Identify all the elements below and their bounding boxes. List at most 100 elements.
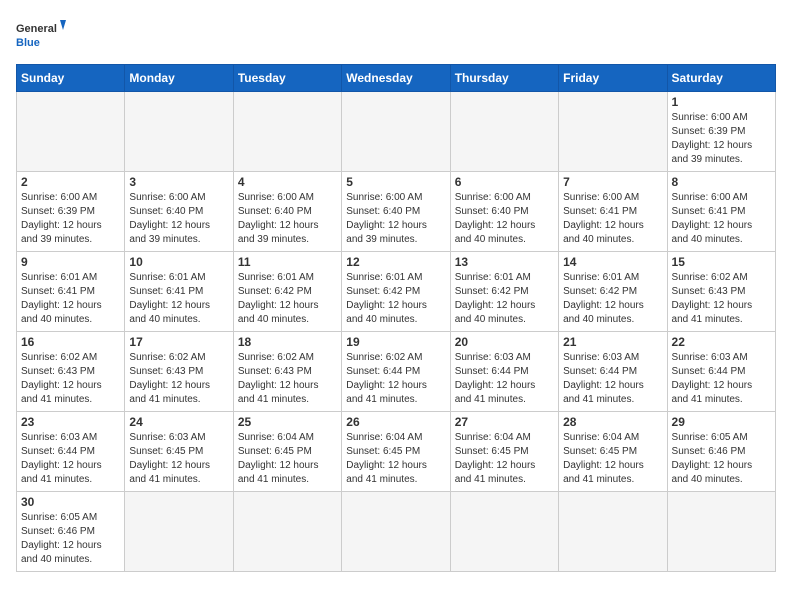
day-number: 24 bbox=[129, 415, 228, 429]
day-number: 23 bbox=[21, 415, 120, 429]
weekday-header-wednesday: Wednesday bbox=[342, 65, 450, 92]
calendar-cell: 21Sunrise: 6:03 AMSunset: 6:44 PMDayligh… bbox=[559, 332, 667, 412]
calendar-cell: 4 Sunrise: 6:00 AMSunset: 6:40 PMDaylight… bbox=[233, 172, 341, 252]
day-number: 14 bbox=[563, 255, 662, 269]
day-number: 13 bbox=[455, 255, 554, 269]
calendar-cell: 24 Sunrise: 6:03 AMSunset: 6:45 PMDayligh… bbox=[125, 412, 233, 492]
day-info: Sunrise: 6:04 AMSunset: 6:45 PMDaylight:… bbox=[455, 431, 554, 487]
day-info: Sunrise: 6:02 AMSunset: 6:43 PMDaylight:… bbox=[238, 351, 337, 407]
weekday-header-sunday: Sunday bbox=[17, 65, 125, 92]
calendar-cell bbox=[450, 92, 558, 172]
calendar-cell: 6 Sunrise: 6:00 AMSunset: 6:40 PMDaylight… bbox=[450, 172, 558, 252]
day-info: Sunrise: 6:00 AMSunset: 6:40 PMDaylight:… bbox=[129, 191, 228, 247]
day-info: Sunrise: 6:00 AMSunset: 6:40 PMDaylight:… bbox=[238, 191, 337, 247]
day-info: Sunrise: 6:05 AMSunset: 6:46 PMDaylight:… bbox=[672, 431, 771, 487]
calendar-cell bbox=[342, 492, 450, 572]
calendar-cell bbox=[125, 492, 233, 572]
day-info: Sunrise: 6:05 AMSunset: 6:46 PMDaylight:… bbox=[21, 511, 120, 567]
calendar-cell: 20 Sunrise: 6:03 AMSunset: 6:44 PMDayligh… bbox=[450, 332, 558, 412]
calendar-cell bbox=[342, 92, 450, 172]
calendar-cell: 28 Sunrise: 6:04 AMSunset: 6:45 PMDayligh… bbox=[559, 412, 667, 492]
calendar-table: SundayMondayTuesdayWednesdayThursdayFrid… bbox=[16, 64, 776, 572]
calendar-cell: 18 Sunrise: 6:02 AMSunset: 6:43 PMDayligh… bbox=[233, 332, 341, 412]
svg-text:General: General bbox=[16, 23, 57, 35]
calendar-cell: 14 Sunrise: 6:01 AMSunset: 6:42 PMDayligh… bbox=[559, 252, 667, 332]
weekday-header-tuesday: Tuesday bbox=[233, 65, 341, 92]
day-info: Sunrise: 6:00 AMSunset: 6:39 PMDaylight:… bbox=[21, 191, 120, 247]
calendar-cell bbox=[667, 492, 775, 572]
day-info: Sunrise: 6:00 AMSunset: 6:40 PMDaylight:… bbox=[455, 191, 554, 247]
calendar-week-6: 30 Sunrise: 6:05 AMSunset: 6:46 PMDayligh… bbox=[17, 492, 776, 572]
calendar-week-2: 2 Sunrise: 6:00 AMSunset: 6:39 PMDaylight… bbox=[17, 172, 776, 252]
day-number: 30 bbox=[21, 495, 120, 509]
weekday-header-friday: Friday bbox=[559, 65, 667, 92]
day-info: Sunrise: 6:03 AMSunset: 6:45 PMDaylight:… bbox=[129, 431, 228, 487]
day-number: 3 bbox=[129, 175, 228, 189]
calendar-cell bbox=[559, 92, 667, 172]
calendar-cell: 17Sunrise: 6:02 AMSunset: 6:43 PMDayligh… bbox=[125, 332, 233, 412]
day-info: Sunrise: 6:03 AMSunset: 6:44 PMDaylight:… bbox=[455, 351, 554, 407]
calendar-cell: 22 Sunrise: 6:03 AMSunset: 6:44 PMDayligh… bbox=[667, 332, 775, 412]
day-number: 16 bbox=[21, 335, 120, 349]
day-number: 22 bbox=[672, 335, 771, 349]
day-number: 18 bbox=[238, 335, 337, 349]
svg-text:Blue: Blue bbox=[16, 37, 40, 49]
calendar-cell: 1Sunrise: 6:00 AMSunset: 6:39 PMDaylight… bbox=[667, 92, 775, 172]
calendar-week-5: 23 Sunrise: 6:03 AMSunset: 6:44 PMDayligh… bbox=[17, 412, 776, 492]
day-number: 4 bbox=[238, 175, 337, 189]
calendar-cell bbox=[559, 492, 667, 572]
day-info: Sunrise: 6:01 AMSunset: 6:42 PMDaylight:… bbox=[455, 271, 554, 327]
weekday-header-monday: Monday bbox=[125, 65, 233, 92]
calendar-cell: 7 Sunrise: 6:00 AMSunset: 6:41 PMDaylight… bbox=[559, 172, 667, 252]
calendar-cell: 3 Sunrise: 6:00 AMSunset: 6:40 PMDaylight… bbox=[125, 172, 233, 252]
day-number: 20 bbox=[455, 335, 554, 349]
day-number: 7 bbox=[563, 175, 662, 189]
day-info: Sunrise: 6:00 AMSunset: 6:40 PMDaylight:… bbox=[346, 191, 445, 247]
calendar-cell: 10Sunrise: 6:01 AMSunset: 6:41 PMDayligh… bbox=[125, 252, 233, 332]
calendar-cell: 15Sunrise: 6:02 AMSunset: 6:43 PMDayligh… bbox=[667, 252, 775, 332]
day-info: Sunrise: 6:04 AMSunset: 6:45 PMDaylight:… bbox=[563, 431, 662, 487]
day-number: 15 bbox=[672, 255, 771, 269]
day-info: Sunrise: 6:01 AMSunset: 6:42 PMDaylight:… bbox=[238, 271, 337, 327]
day-info: Sunrise: 6:04 AMSunset: 6:45 PMDaylight:… bbox=[238, 431, 337, 487]
calendar-cell: 11Sunrise: 6:01 AMSunset: 6:42 PMDayligh… bbox=[233, 252, 341, 332]
calendar-week-4: 16 Sunrise: 6:02 AMSunset: 6:43 PMDayligh… bbox=[17, 332, 776, 412]
calendar-header: SundayMondayTuesdayWednesdayThursdayFrid… bbox=[17, 65, 776, 92]
day-number: 8 bbox=[672, 175, 771, 189]
calendar-cell: 5Sunrise: 6:00 AMSunset: 6:40 PMDaylight… bbox=[342, 172, 450, 252]
calendar-cell: 19 Sunrise: 6:02 AMSunset: 6:44 PMDayligh… bbox=[342, 332, 450, 412]
calendar-cell: 2 Sunrise: 6:00 AMSunset: 6:39 PMDaylight… bbox=[17, 172, 125, 252]
calendar-cell bbox=[17, 92, 125, 172]
calendar-cell: 9Sunrise: 6:01 AMSunset: 6:41 PMDaylight… bbox=[17, 252, 125, 332]
day-info: Sunrise: 6:02 AMSunset: 6:43 PMDaylight:… bbox=[21, 351, 120, 407]
day-info: Sunrise: 6:01 AMSunset: 6:42 PMDaylight:… bbox=[563, 271, 662, 327]
calendar-cell bbox=[233, 492, 341, 572]
day-number: 19 bbox=[346, 335, 445, 349]
day-number: 28 bbox=[563, 415, 662, 429]
day-info: Sunrise: 6:02 AMSunset: 6:44 PMDaylight:… bbox=[346, 351, 445, 407]
calendar-cell: 27Sunrise: 6:04 AMSunset: 6:45 PMDayligh… bbox=[450, 412, 558, 492]
weekday-header-thursday: Thursday bbox=[450, 65, 558, 92]
day-info: Sunrise: 6:04 AMSunset: 6:45 PMDaylight:… bbox=[346, 431, 445, 487]
calendar-cell bbox=[233, 92, 341, 172]
calendar-cell: 12Sunrise: 6:01 AMSunset: 6:42 PMDayligh… bbox=[342, 252, 450, 332]
day-info: Sunrise: 6:01 AMSunset: 6:41 PMDaylight:… bbox=[129, 271, 228, 327]
day-info: Sunrise: 6:03 AMSunset: 6:44 PMDaylight:… bbox=[21, 431, 120, 487]
calendar-cell bbox=[450, 492, 558, 572]
day-number: 6 bbox=[455, 175, 554, 189]
calendar-cell: 8Sunrise: 6:00 AMSunset: 6:41 PMDaylight… bbox=[667, 172, 775, 252]
calendar-cell: 23 Sunrise: 6:03 AMSunset: 6:44 PMDayligh… bbox=[17, 412, 125, 492]
weekday-row: SundayMondayTuesdayWednesdayThursdayFrid… bbox=[17, 65, 776, 92]
logo-svg: General Blue bbox=[16, 16, 66, 56]
weekday-header-saturday: Saturday bbox=[667, 65, 775, 92]
day-info: Sunrise: 6:01 AMSunset: 6:41 PMDaylight:… bbox=[21, 271, 120, 327]
calendar-cell: 26Sunrise: 6:04 AMSunset: 6:45 PMDayligh… bbox=[342, 412, 450, 492]
calendar-cell: 25Sunrise: 6:04 AMSunset: 6:45 PMDayligh… bbox=[233, 412, 341, 492]
calendar-cell: 13 Sunrise: 6:01 AMSunset: 6:42 PMDayligh… bbox=[450, 252, 558, 332]
day-number: 21 bbox=[563, 335, 662, 349]
day-number: 2 bbox=[21, 175, 120, 189]
calendar-cell: 30 Sunrise: 6:05 AMSunset: 6:46 PMDayligh… bbox=[17, 492, 125, 572]
day-info: Sunrise: 6:02 AMSunset: 6:43 PMDaylight:… bbox=[129, 351, 228, 407]
day-info: Sunrise: 6:03 AMSunset: 6:44 PMDaylight:… bbox=[672, 351, 771, 407]
day-info: Sunrise: 6:00 AMSunset: 6:41 PMDaylight:… bbox=[563, 191, 662, 247]
